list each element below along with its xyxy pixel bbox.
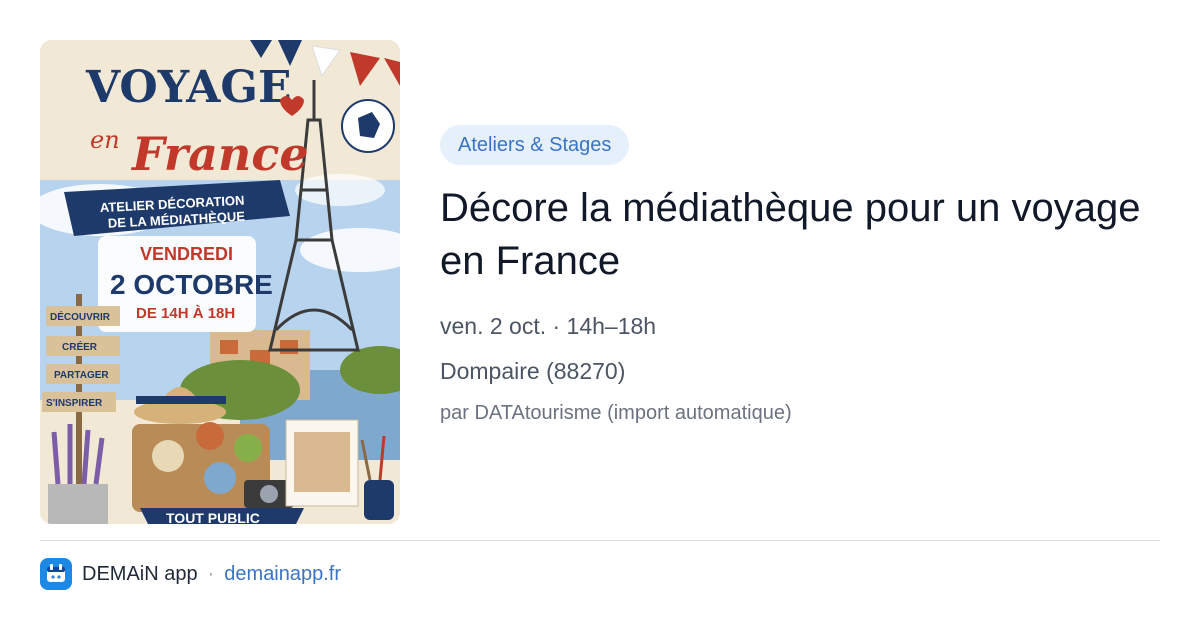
footer-separator: · <box>207 562 215 585</box>
demain-app-icon[interactable] <box>40 558 72 590</box>
category-badge[interactable]: Ateliers & Stages <box>440 125 630 165</box>
poster-hours: DE 14H À 18H <box>136 305 235 322</box>
poster-date: 2 OCTOBRE <box>110 269 273 300</box>
footer-divider <box>40 540 1160 541</box>
poster-sign-3: PARTAGER <box>54 370 109 381</box>
poster-sign-4: S'INSPIRER <box>46 398 103 409</box>
event-poster-image[interactable]: VOYAGE en France ATELIER DÉCORATION DE L… <box>40 40 400 524</box>
event-date-time: ven. 2 oct. · 14h–18h <box>440 313 657 339</box>
poster-title-france: France <box>130 127 309 181</box>
poster-ribbon: TOUT PUBLIC <box>166 510 260 524</box>
event-source: par DATAtourisme (import automatique) <box>440 402 792 424</box>
poster-sign-1: DÉCOUVRIR <box>50 310 111 323</box>
app-name: DEMAiN app <box>82 562 198 585</box>
event-location: Dompaire (88270) <box>440 358 626 384</box>
event-title[interactable]: Décore la médiathèque pour un voyage en … <box>440 182 1160 288</box>
footer: DEMAiN app · demainapp.fr <box>40 558 341 590</box>
site-link[interactable]: demainapp.fr <box>224 563 341 586</box>
poster-day: VENDREDI <box>140 244 233 264</box>
poster-title-voyage: VOYAGE <box>85 62 292 113</box>
poster-title-en: en <box>90 126 120 154</box>
poster-sign-2: CRÉER <box>62 340 98 353</box>
